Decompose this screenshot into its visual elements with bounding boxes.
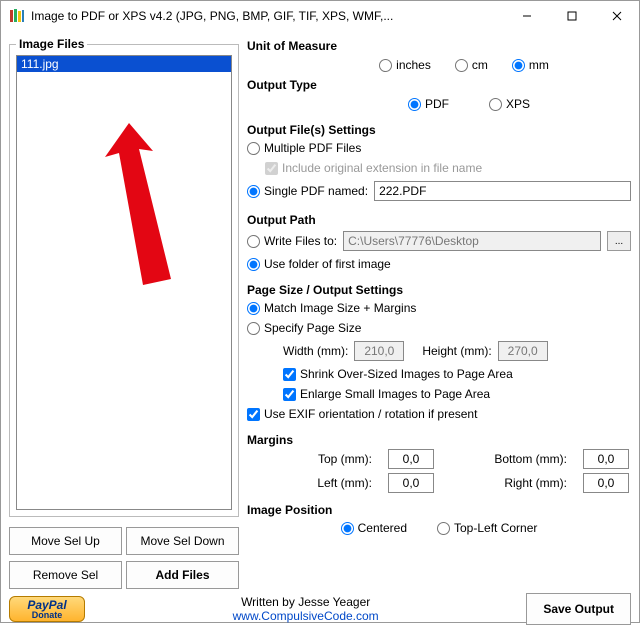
minimize-button[interactable] [504, 1, 549, 31]
centered-radio[interactable]: Centered [341, 521, 407, 535]
include-ext-label: Include original extension in file name [282, 161, 482, 175]
include-ext-checkbox: Include original extension in file name [265, 161, 631, 175]
write-files-to-radio[interactable]: Write Files to: [247, 234, 337, 248]
file-list[interactable]: 111.jpg [16, 55, 232, 510]
centered-label: Centered [358, 521, 407, 535]
exif-checkbox[interactable]: Use EXIF orientation / rotation if prese… [247, 407, 631, 421]
margin-top-input[interactable] [388, 449, 434, 469]
multiple-pdf-radio[interactable]: Multiple PDF Files [247, 141, 631, 155]
multiple-pdf-label: Multiple PDF Files [264, 141, 361, 155]
output-file-settings-label: Output File(s) Settings [247, 123, 631, 137]
author-label: Written by Jesse Yeager [95, 595, 516, 609]
margin-bottom-input[interactable] [583, 449, 629, 469]
paypal-donate-button[interactable]: PayPal Donate [9, 596, 85, 622]
image-files-group: Image Files 111.jpg [9, 37, 239, 517]
single-pdf-label: Single PDF named: [264, 184, 368, 198]
remove-sel-button[interactable]: Remove Sel [9, 561, 122, 589]
move-sel-up-button[interactable]: Move Sel Up [9, 527, 122, 555]
use-folder-label: Use folder of first image [264, 257, 391, 271]
paypal-bottom-label: Donate [32, 611, 63, 620]
specify-page-size-radio[interactable]: Specify Page Size [247, 321, 631, 335]
output-xps-label: XPS [506, 97, 530, 111]
margin-top-label: Top (mm): [275, 452, 372, 466]
website-link[interactable]: www.CompulsiveCode.com [95, 609, 516, 623]
shrink-checkbox[interactable]: Shrink Over-Sized Images to Page Area [283, 367, 631, 381]
page-size-settings-label: Page Size / Output Settings [247, 283, 631, 297]
unit-inches-radio[interactable]: inches [379, 58, 431, 72]
match-image-size-label: Match Image Size + Margins [264, 301, 416, 315]
paypal-top-label: PayPal [27, 599, 66, 611]
add-files-button[interactable]: Add Files [126, 561, 239, 589]
maximize-button[interactable] [549, 1, 594, 31]
unit-mm-label: mm [529, 58, 549, 72]
margins-label: Margins [247, 433, 631, 447]
output-path-input [343, 231, 601, 251]
save-output-button[interactable]: Save Output [526, 593, 631, 625]
height-input [498, 341, 548, 361]
single-pdf-name-input[interactable] [374, 181, 631, 201]
specify-page-size-label: Specify Page Size [264, 321, 361, 335]
unit-inches-label: inches [396, 58, 431, 72]
image-position-label: Image Position [247, 503, 631, 517]
margin-left-label: Left (mm): [275, 476, 372, 490]
single-pdf-radio[interactable]: Single PDF named: [247, 184, 368, 198]
image-files-legend: Image Files [16, 37, 87, 51]
list-item[interactable]: 111.jpg [17, 56, 231, 72]
close-button[interactable] [594, 1, 639, 31]
output-path-label: Output Path [247, 213, 631, 227]
margin-right-label: Right (mm): [452, 476, 567, 490]
output-pdf-radio[interactable]: PDF [408, 97, 449, 111]
use-folder-radio[interactable]: Use folder of first image [247, 257, 631, 271]
width-input [354, 341, 404, 361]
titlebar: Image to PDF or XPS v4.2 (JPG, PNG, BMP,… [1, 1, 639, 31]
app-icon [9, 8, 25, 24]
exif-label: Use EXIF orientation / rotation if prese… [264, 407, 477, 421]
unit-of-measure-label: Unit of Measure [247, 39, 631, 53]
margin-bottom-label: Bottom (mm): [452, 452, 567, 466]
shrink-label: Shrink Over-Sized Images to Page Area [300, 367, 513, 381]
browse-button[interactable]: ... [607, 231, 631, 251]
enlarge-label: Enlarge Small Images to Page Area [300, 387, 490, 401]
match-image-size-radio[interactable]: Match Image Size + Margins [247, 301, 631, 315]
window-title: Image to PDF or XPS v4.2 (JPG, PNG, BMP,… [31, 9, 504, 23]
topleft-label: Top-Left Corner [454, 521, 537, 535]
height-label: Height (mm): [422, 344, 491, 358]
unit-cm-radio[interactable]: cm [455, 58, 488, 72]
unit-mm-radio[interactable]: mm [512, 58, 549, 72]
move-sel-down-button[interactable]: Move Sel Down [126, 527, 239, 555]
topleft-radio[interactable]: Top-Left Corner [437, 521, 537, 535]
output-pdf-label: PDF [425, 97, 449, 111]
margin-left-input[interactable] [388, 473, 434, 493]
output-xps-radio[interactable]: XPS [489, 97, 530, 111]
margin-right-input[interactable] [583, 473, 629, 493]
write-files-to-label: Write Files to: [264, 234, 337, 248]
unit-cm-label: cm [472, 58, 488, 72]
width-label: Width (mm): [283, 344, 348, 358]
output-type-label: Output Type [247, 78, 631, 92]
credits: Written by Jesse Yeager www.CompulsiveCo… [95, 595, 516, 624]
enlarge-checkbox[interactable]: Enlarge Small Images to Page Area [283, 387, 631, 401]
